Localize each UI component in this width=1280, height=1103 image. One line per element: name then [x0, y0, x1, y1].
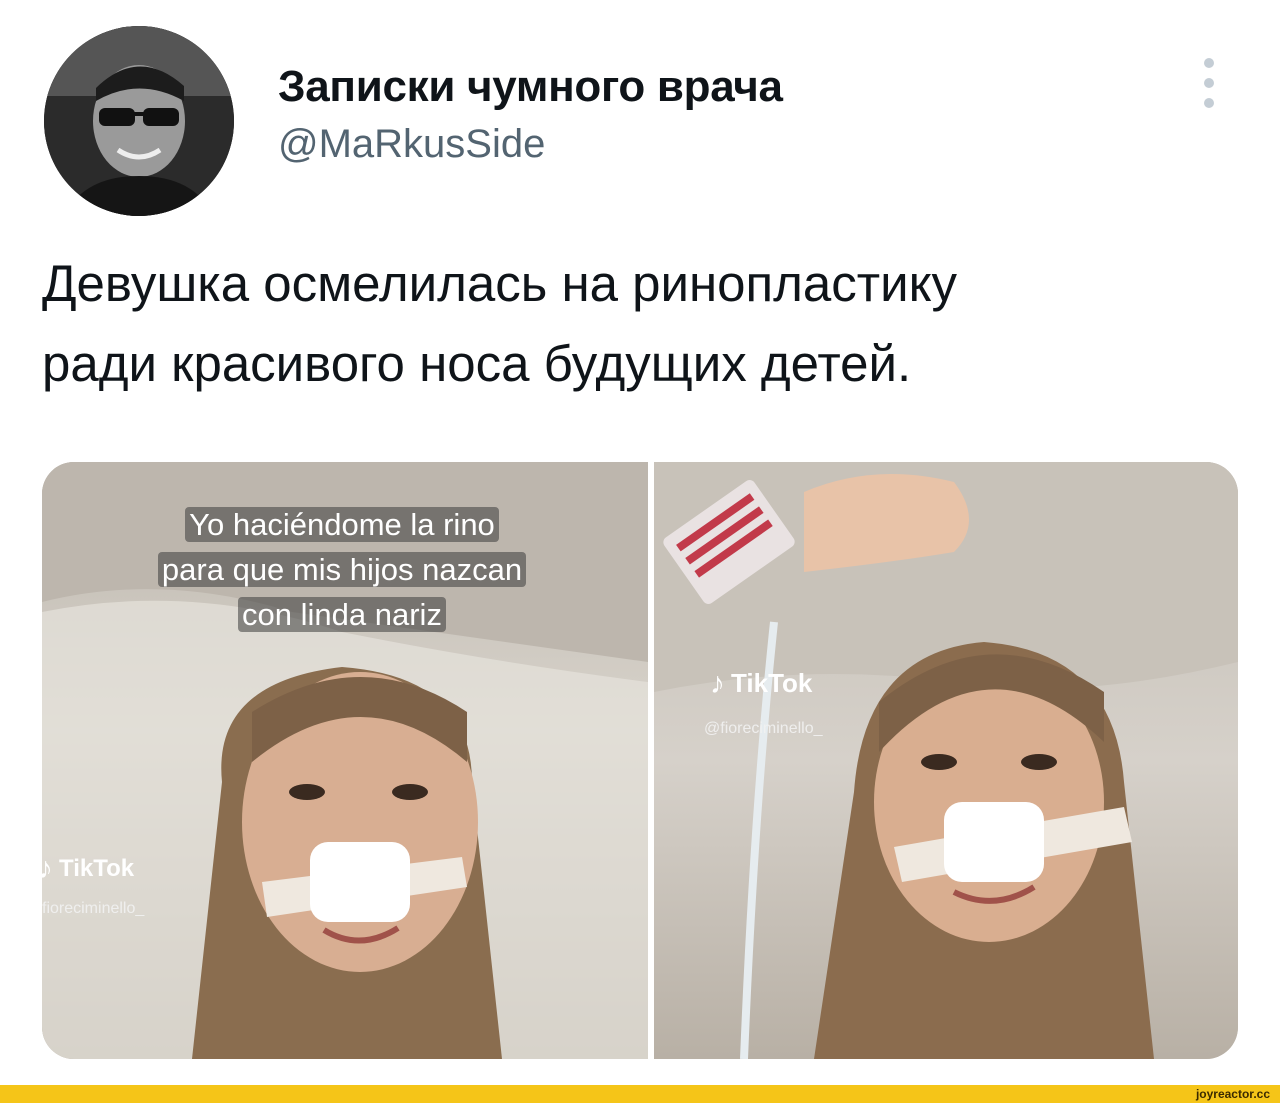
- tweet-card: Записки чумного врача @MaRkusSide Девушк…: [0, 0, 1280, 1085]
- tweet-text-line: ради красивого носа будущих детей.: [42, 335, 912, 392]
- site-name[interactable]: joyreactor.cc: [1196, 1087, 1270, 1101]
- tweet-text-line: Девушка осмелилась на ринопластику: [42, 255, 958, 312]
- tiktok-brand: TikTok: [731, 668, 813, 698]
- tiktok-watermark: ♪ TikTok: [710, 668, 812, 699]
- media-image-left[interactable]: Yo haciéndome la rino para que mis hijos…: [42, 462, 648, 1059]
- tiktok-brand: TikTok: [59, 855, 135, 882]
- caption-line: para que mis hijos nazcan: [157, 552, 527, 587]
- avatar[interactable]: [44, 26, 234, 216]
- caption-line: Yo haciéndome la rino: [185, 507, 499, 542]
- user-handle[interactable]: @MaRkusSide: [278, 122, 545, 167]
- more-options-button[interactable]: [1195, 58, 1223, 108]
- more-vertical-icon-dot: [1204, 98, 1214, 108]
- site-footer-bar: joyreactor.cc: [0, 1085, 1280, 1103]
- more-vertical-icon-dot: [1204, 78, 1214, 88]
- display-name[interactable]: Записки чумного врача: [278, 62, 783, 112]
- video-caption: Yo haciéndome la rino para que mis hijos…: [82, 502, 602, 637]
- tiktok-username: @fioreciminello_: [704, 720, 823, 737]
- tiktok-username: fioreciminello_: [42, 900, 145, 917]
- avatar-photo: [44, 26, 234, 216]
- tweet-media[interactable]: Yo haciéndome la rino para que mis hijos…: [42, 462, 1238, 1059]
- caption-line: con linda nariz: [238, 597, 446, 632]
- tweet-text: Девушка осмелилась на ринопластику ради …: [42, 244, 1242, 404]
- photo-right: [654, 462, 1238, 1059]
- tiktok-watermark: ♪ TikTok: [42, 854, 134, 884]
- more-vertical-icon: [1204, 58, 1214, 68]
- media-image-right[interactable]: ♪ TikTok @fioreciminello_: [654, 462, 1238, 1059]
- tiktok-note-icon: ♪: [710, 666, 725, 700]
- tiktok-note-icon: ♪: [42, 852, 53, 885]
